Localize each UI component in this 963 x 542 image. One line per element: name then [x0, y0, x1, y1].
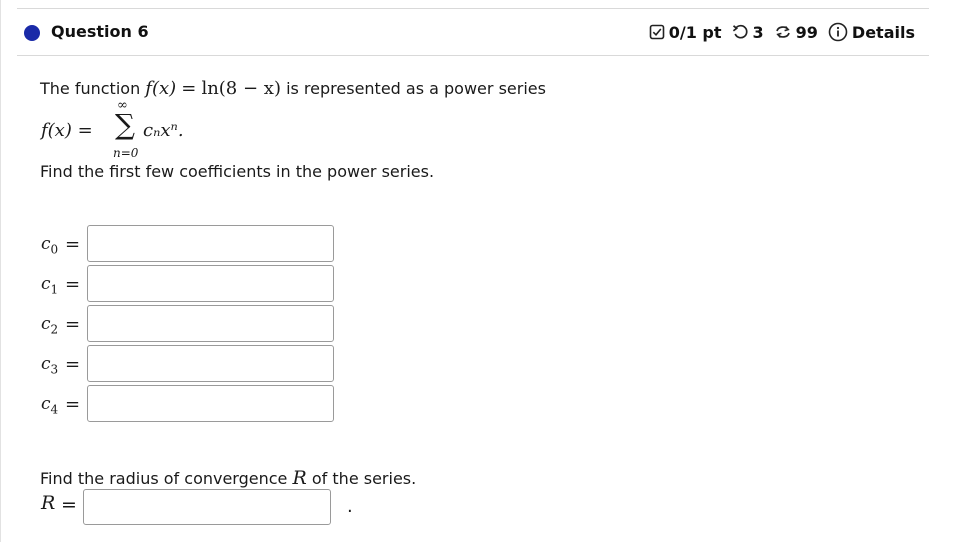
radius-prompt: Find the radius of convergence R of the … [40, 467, 416, 489]
radius-prompt-prefix: Find the radius of convergence [40, 469, 288, 488]
radius-period: . [347, 496, 353, 517]
retries-count: 3 [752, 22, 764, 42]
coef-equals-1: = [65, 274, 81, 295]
power-series-expression: f(x) = ∞ ∑ n=0 cₙxⁿ. [39, 98, 259, 160]
question-status-dot [24, 25, 40, 41]
intro-suffix: is represented as a power series [286, 79, 546, 98]
score-text: 0/1 pt [668, 22, 722, 42]
coef-label-0: c0 [41, 234, 59, 257]
series-term: cₙxⁿ. [143, 120, 184, 141]
question-header: Question 6 0/1 pt 3 99 Details [17, 8, 929, 56]
radius-symbol: R [292, 467, 307, 489]
series-lhs: f(x) = [41, 120, 93, 141]
undo-icon [732, 24, 749, 40]
function-equals: = [181, 78, 197, 99]
coef-input-1[interactable] [87, 265, 334, 302]
coef-input-3[interactable] [87, 345, 334, 382]
coef-label-3: c3 [41, 354, 59, 377]
question-panel: Question 6 0/1 pt 3 99 Details The funct… [0, 0, 963, 542]
coef-equals-2: = [65, 314, 81, 335]
radius-equals: = [61, 494, 77, 516]
info-icon[interactable] [828, 22, 848, 42]
coef-equals-3: = [65, 354, 81, 375]
coef-input-2[interactable] [87, 305, 334, 342]
intro-prefix: The function [40, 79, 141, 98]
coef-label-1: c1 [41, 274, 59, 297]
question-title: Question 6 [51, 22, 149, 41]
radius-prompt-suffix: of the series. [311, 469, 417, 488]
coef-equals-4: = [65, 394, 81, 415]
checkbox-icon [649, 24, 665, 40]
coef-label-4: c4 [41, 394, 59, 417]
coefficient-prompt: Find the first few coefficients in the p… [40, 162, 435, 181]
radius-label: R [41, 492, 56, 514]
sum-lower-limit: n=0 [113, 146, 139, 160]
coef-equals-0: = [65, 234, 81, 255]
function-lhs: f(x) [145, 78, 177, 99]
sync-icon [774, 24, 792, 40]
details-link[interactable]: Details [852, 23, 915, 42]
coef-input-4[interactable] [87, 385, 334, 422]
question-meta: 0/1 pt 3 99 Details [649, 22, 915, 42]
problem-intro: The function f(x) = ln(8 − x) is represe… [40, 78, 546, 99]
attempts-count: 99 [795, 22, 818, 42]
sum-symbol: ∑ [115, 108, 135, 141]
coef-label-2: c2 [41, 314, 59, 337]
radius-input[interactable] [83, 489, 331, 525]
coef-input-0[interactable] [87, 225, 334, 262]
function-rhs: ln(8 − x) [201, 78, 281, 99]
